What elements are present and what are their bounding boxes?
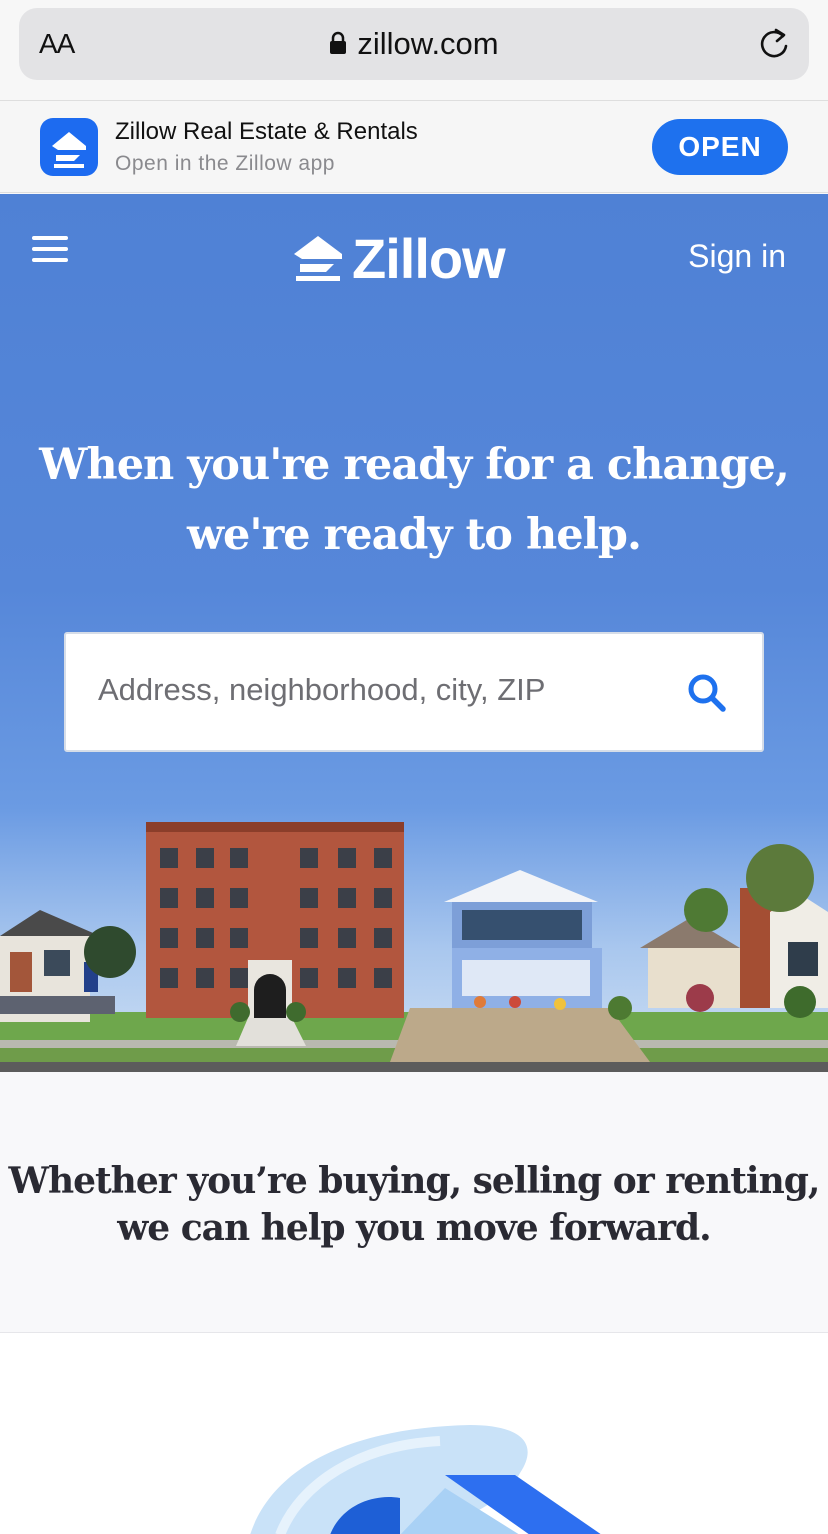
menu-icon[interactable] [32, 234, 68, 264]
hero-headline: When you're ready for a change, we're re… [0, 430, 828, 570]
section-tagline: Whether you’re buying, selling or rentin… [0, 1158, 828, 1252]
hero-headline-line2: we're ready to help. [187, 510, 642, 560]
zillow-mark-icon [294, 236, 342, 281]
address-bar[interactable]: AA zillow.com [19, 8, 809, 80]
reload-icon[interactable] [757, 26, 791, 62]
zillow-app-icon [40, 118, 98, 176]
search-input[interactable] [98, 672, 658, 708]
app-title: Zillow Real Estate & Rentals [115, 118, 418, 145]
hero-section: Zillow Sign in When you're ready for a c… [0, 194, 828, 1072]
app-subtitle: Open in the Zillow app [115, 152, 335, 175]
search-icon[interactable] [686, 672, 728, 714]
url-display[interactable]: zillow.com [19, 26, 809, 62]
tagline-line1: Whether you’re buying, selling or rentin… [8, 1160, 821, 1202]
hero-headline-line1: When you're ready for a change, [39, 440, 790, 490]
url-text: zillow.com [357, 26, 499, 61]
open-app-button[interactable]: OPEN [652, 119, 788, 175]
lock-icon [330, 31, 347, 54]
buy-home-illustration [250, 1425, 601, 1534]
search-box [64, 632, 764, 752]
buy-card[interactable] [0, 1332, 828, 1534]
houses-illustration [0, 822, 828, 1072]
tagline-line2: we can help you move forward. [117, 1207, 711, 1249]
smart-app-banner: Zillow Real Estate & Rentals Open in the… [0, 100, 828, 193]
sign-in-link[interactable]: Sign in [688, 238, 786, 275]
browser-toolbar: AA zillow.com [0, 0, 828, 100]
logo-wordmark: Zillow [352, 227, 506, 290]
